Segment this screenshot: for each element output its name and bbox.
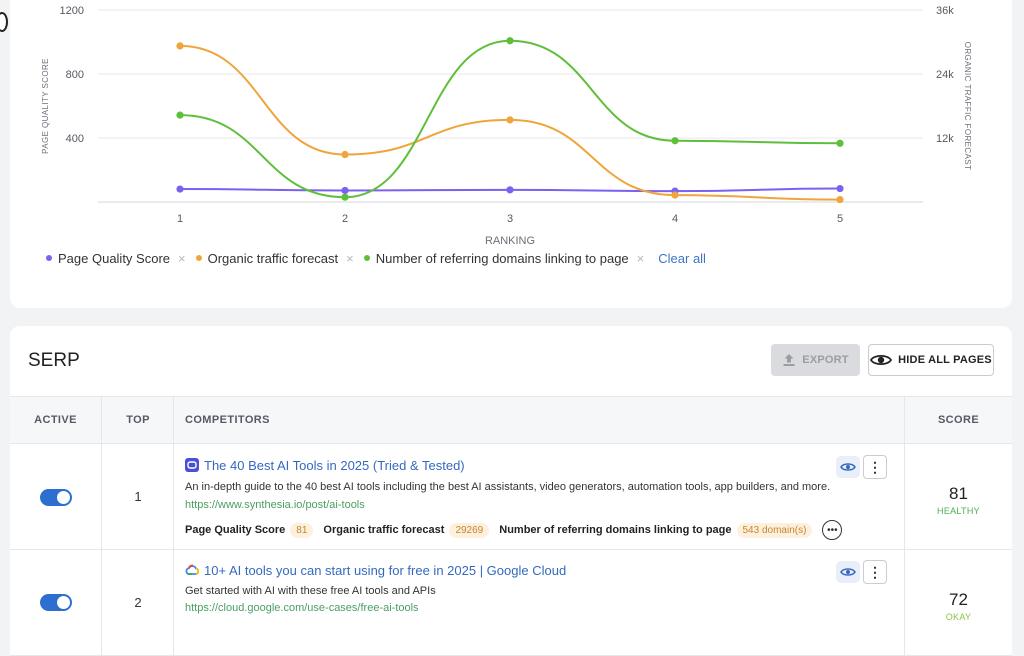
column-header-top: TOP bbox=[126, 414, 150, 426]
table-row: 2 10+ AI tools you can start using for f… bbox=[10, 550, 1012, 656]
y-axis-left-title: PAGE QUALITY SCORE bbox=[41, 58, 50, 154]
window-edge-control[interactable] bbox=[0, 12, 8, 32]
y-right-tick-label: 36k bbox=[936, 5, 954, 17]
competitor-metrics: Page Quality Score 81 Organic traffic fo… bbox=[185, 520, 843, 540]
data-point bbox=[341, 150, 349, 159]
legend-dot bbox=[363, 255, 370, 261]
data-point bbox=[176, 42, 184, 50]
serp-title: SERP bbox=[28, 350, 80, 371]
data-point bbox=[671, 137, 679, 145]
column-header-competitors: COMPETITORS bbox=[185, 414, 270, 426]
legend-item-page-quality[interactable]: Page Quality Score × bbox=[46, 251, 186, 266]
column-divider bbox=[173, 396, 174, 656]
competitor-description: Get started with AI with these free AI t… bbox=[185, 585, 436, 597]
remove-series-icon[interactable]: × bbox=[346, 251, 354, 266]
competitor-title-link[interactable]: 10+ AI tools you can start using for fre… bbox=[204, 563, 566, 578]
active-toggle[interactable] bbox=[40, 594, 72, 611]
x-axis-title: RANKING bbox=[485, 235, 535, 247]
eye-icon bbox=[840, 568, 856, 576]
serp-card: SERP EXPORT HIDE ALL PAGES ACTIVE TOP CO… bbox=[10, 326, 1012, 656]
y-right-tick-label: 12k bbox=[936, 133, 954, 145]
metric-label: Page Quality Score bbox=[185, 524, 286, 536]
legend-label: Organic traffic forecast bbox=[207, 250, 339, 266]
synthesia-logo-icon bbox=[185, 458, 199, 472]
data-point bbox=[836, 196, 844, 204]
legend-item-referring-domains[interactable]: Number of referring domains linking to p… bbox=[363, 250, 645, 266]
column-header-active: ACTIVE bbox=[34, 414, 77, 426]
score-status-label: HEALTHY bbox=[937, 506, 980, 516]
column-header-score[interactable]: SCORE bbox=[905, 397, 1012, 443]
metric-label: Number of referring domains linking to p… bbox=[499, 524, 732, 536]
metric-badge: 29269 bbox=[449, 522, 490, 538]
data-point bbox=[341, 193, 349, 201]
chart-card: 400 800 1200 12k 24k 36k 1 2 3 4 5 PAGE QUALITY SC… bbox=[10, 0, 1012, 308]
preview-page-button[interactable] bbox=[836, 561, 860, 583]
y-left-tick-label: 1200 bbox=[60, 5, 84, 17]
google-cloud-logo-icon bbox=[185, 564, 199, 575]
column-divider bbox=[904, 396, 905, 656]
legend-dot bbox=[46, 255, 52, 261]
table-row: 1 The 40 Best AI Tools in 2025 (Tried & … bbox=[10, 444, 1012, 550]
legend-label: Number of referring domains linking to p… bbox=[375, 250, 629, 266]
x-tick-label: 2 bbox=[342, 213, 348, 225]
rank-number: 1 bbox=[134, 489, 142, 504]
metric-badge: 81 bbox=[290, 522, 314, 538]
hide-all-pages-label: HIDE ALL PAGES bbox=[898, 354, 992, 366]
x-tick-label: 5 bbox=[837, 213, 843, 225]
data-point bbox=[341, 186, 349, 195]
clear-all-link[interactable]: Clear all bbox=[658, 251, 706, 266]
legend-dot bbox=[195, 255, 202, 261]
score-value: 81 bbox=[949, 484, 968, 503]
chart-legend: Page Quality Score × Organic traffic for… bbox=[46, 249, 706, 267]
row-menu-button[interactable]: ⋮ bbox=[863, 560, 887, 584]
preview-page-button[interactable] bbox=[836, 456, 860, 478]
data-point bbox=[506, 116, 514, 124]
y-left-tick-label: 800 bbox=[66, 69, 84, 81]
x-tick-label: 3 bbox=[507, 213, 513, 225]
y-left-tick-label: 400 bbox=[66, 133, 84, 145]
data-point bbox=[836, 139, 844, 147]
remove-series-icon[interactable]: × bbox=[637, 251, 645, 266]
legend-label: Page Quality Score bbox=[58, 250, 171, 266]
active-toggle[interactable] bbox=[40, 489, 72, 506]
data-point bbox=[176, 185, 184, 193]
metric-badge: 543 domain(s) bbox=[736, 522, 813, 538]
eye-icon bbox=[870, 354, 893, 366]
legend-item-organic-traffic[interactable]: Organic traffic forecast × bbox=[195, 250, 354, 266]
competitor-url-link[interactable]: https://www.synthesia.io/post/ai-tools bbox=[185, 499, 365, 511]
column-divider bbox=[101, 396, 102, 656]
score-value: 72 bbox=[949, 590, 968, 609]
export-button[interactable]: EXPORT bbox=[771, 344, 860, 376]
data-point bbox=[836, 184, 844, 193]
export-label: EXPORT bbox=[802, 354, 849, 366]
x-tick-label: 4 bbox=[672, 213, 678, 225]
more-metrics-button[interactable]: ••• bbox=[822, 520, 843, 540]
data-point bbox=[506, 186, 514, 194]
y-right-tick-label: 24k bbox=[936, 69, 954, 81]
data-point bbox=[176, 111, 184, 119]
remove-series-icon[interactable]: × bbox=[178, 251, 186, 266]
competitor-title-link[interactable]: The 40 Best AI Tools in 2025 (Tried & Te… bbox=[204, 458, 465, 473]
competitor-url-link[interactable]: https://cloud.google.com/use-cases/free-… bbox=[185, 602, 419, 614]
x-tick-label: 1 bbox=[177, 213, 183, 225]
y-axis-right-title: ORGANIC TRAFFIC FORECAST bbox=[963, 42, 972, 171]
hide-all-pages-button[interactable]: HIDE ALL PAGES bbox=[868, 344, 994, 376]
row-menu-button[interactable]: ⋮ bbox=[863, 455, 887, 479]
competitor-description: An in-depth guide to the 40 best AI tool… bbox=[185, 481, 831, 493]
eye-icon bbox=[840, 463, 856, 471]
data-point bbox=[506, 37, 514, 45]
upload-icon bbox=[783, 354, 795, 366]
rank-number: 2 bbox=[134, 595, 142, 610]
table-header: ACTIVE TOP COMPETITORS SCORE bbox=[10, 396, 1012, 444]
metric-label: Organic traffic forecast bbox=[323, 524, 445, 536]
data-point bbox=[671, 191, 679, 199]
